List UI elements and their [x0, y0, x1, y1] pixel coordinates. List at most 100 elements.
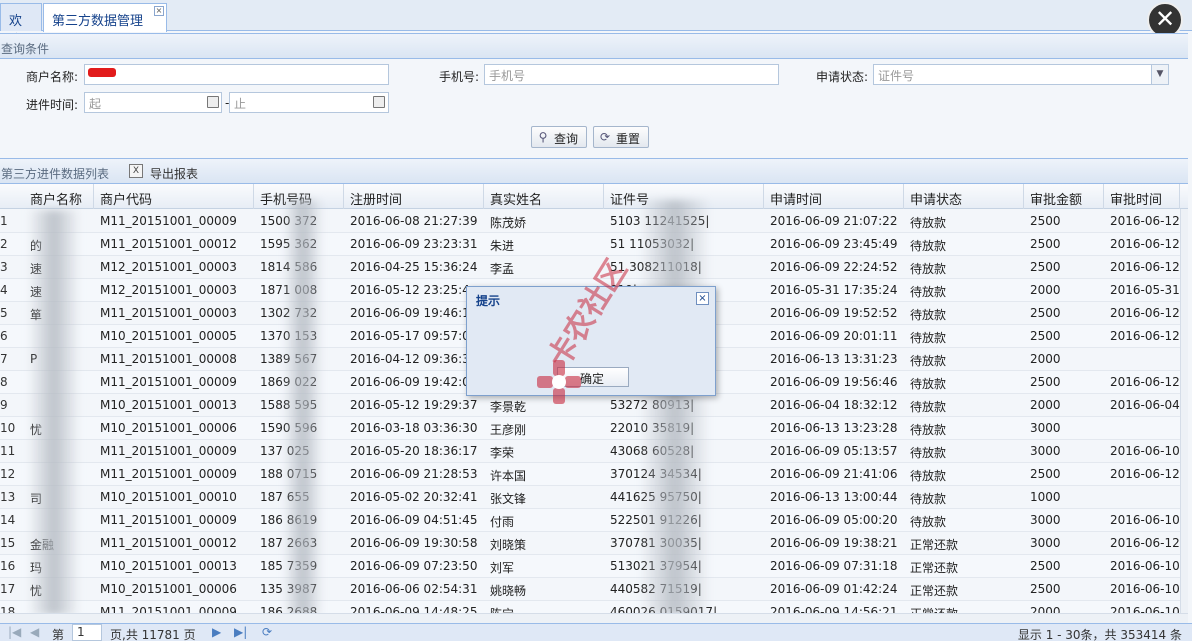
column-header[interactable]: 申请状态: [904, 184, 1024, 209]
tab-welcome[interactable]: 欢迎: [0, 3, 42, 48]
cell-amount: 2500: [1030, 467, 1061, 481]
cell-amount: 2500: [1030, 237, 1061, 251]
entry-time-label: 进件时间:: [26, 98, 79, 112]
column-header[interactable]: 审批时间: [1104, 184, 1180, 209]
calendar-icon[interactable]: [373, 96, 385, 108]
last-page-icon[interactable]: ▶|: [234, 625, 247, 639]
page-number-input[interactable]: 1: [72, 624, 102, 641]
export-report-button[interactable]: 导出报表: [150, 165, 198, 182]
cell-status: 正常还款: [910, 584, 959, 598]
cell-amount: 2000: [1030, 398, 1061, 412]
first-page-icon[interactable]: |◀: [8, 625, 21, 639]
cell-apply: 2016-06-13 13:00:44: [770, 490, 898, 504]
close-tab-icon[interactable]: ×: [154, 6, 164, 16]
grid-header: 商户名称 商户代码 手机号码 注册时间 真实姓名 证件号 申请时间 申请状态 审…: [0, 184, 1188, 209]
table-row[interactable]: 12M11_20151001_00009188 07152016-06-09 2…: [0, 463, 1188, 486]
cell-amount: 2500: [1030, 582, 1061, 596]
search-button[interactable]: ⚲ 查询: [531, 126, 587, 148]
tab-third-party-label: 第三方数据管理: [52, 14, 144, 29]
row-number: 10: [0, 421, 16, 435]
cell-reg: 2016-05-17 09:57:0: [350, 329, 470, 343]
table-row[interactable]: 2的M11_20151001_000121595 3622016-06-09 2…: [0, 233, 1188, 256]
cell-reg: 2016-05-12 19:29:37: [350, 398, 478, 412]
cell-appr: 2016-06-12: [1110, 536, 1180, 550]
row-number: 16: [0, 559, 16, 573]
cell-apply: 2016-06-09 05:00:20: [770, 513, 898, 527]
pager-bar: |◀ ◀ 第 1 页,共 11781 页 ▶ ▶| ⟳ 显示 1 - 30条，共…: [0, 623, 1192, 641]
time-from-input[interactable]: 起: [84, 92, 222, 113]
column-header[interactable]: 商户代码: [94, 184, 254, 209]
cell-amount: 3000: [1030, 513, 1061, 527]
table-row[interactable]: 13司M10_20151001_00010187 6552016-05-02 2…: [0, 486, 1188, 509]
cell-status: 待放款: [910, 423, 947, 437]
horizontal-scrollbar[interactable]: [0, 613, 1188, 623]
cell-reg: 2016-03-18 03:36:30: [350, 421, 478, 435]
vertical-scrollbar[interactable]: [1180, 209, 1188, 613]
refresh-icon[interactable]: ⟳: [262, 625, 272, 639]
table-row[interactable]: 14M11_20151001_00009186 86192016-06-09 0…: [0, 509, 1188, 532]
time-from-placeholder: 起: [89, 97, 102, 111]
row-number: 13: [0, 490, 16, 504]
chevron-down-icon[interactable]: ▼: [1151, 65, 1168, 84]
cell-reg: 2016-06-08 21:27:39: [350, 214, 478, 228]
row-number: 2: [0, 237, 8, 251]
prev-page-icon[interactable]: ◀: [30, 625, 39, 639]
cell-reg: 2016-06-09 07:23:50: [350, 559, 478, 573]
apply-status-select[interactable]: 证件号 ▼: [873, 64, 1169, 85]
next-page-icon[interactable]: ▶: [212, 625, 221, 639]
column-header[interactable]: 注册时间: [344, 184, 484, 209]
cell-reg: 2016-06-09 21:28:53: [350, 467, 478, 481]
column-header[interactable]: 申请时间: [764, 184, 904, 209]
cell-real: 许本国: [490, 469, 527, 483]
table-row[interactable]: 15金融M11_20151001_00012187 26632016-06-09…: [0, 532, 1188, 555]
cell-status: 待放款: [910, 262, 947, 276]
table-row[interactable]: 10忧M10_20151001_000061590 5962016-03-18 …: [0, 417, 1188, 440]
cell-code: M11_20151001_00009: [100, 467, 237, 481]
query-panel-header: 查询条件: [0, 33, 1188, 59]
row-number: 7: [0, 352, 8, 366]
cell-appr: 2016-06-12: [1110, 329, 1180, 343]
cell-appr: 2016-06-04: [1110, 398, 1180, 412]
cell-apply: 2016-06-09 19:38:21: [770, 536, 898, 550]
row-number: 6: [0, 329, 8, 343]
table-row[interactable]: 9M10_20151001_000131588 5952016-05-12 19…: [0, 394, 1188, 417]
list-panel-title: 第三方进件数据列表: [1, 167, 110, 181]
table-row[interactable]: 11M11_20151001_00009137 0252016-05-20 18…: [0, 440, 1188, 463]
table-row[interactable]: 17忧M10_20151001_00006135 39872016-06-06 …: [0, 578, 1188, 601]
cell-status: 待放款: [910, 308, 947, 322]
cell-reg: 2016-05-20 18:36:17: [350, 444, 478, 458]
cell-real: 刘晓策: [490, 538, 527, 552]
cell-code: M11_20151001_00009: [100, 375, 237, 389]
cell-code: M10_20151001_00006: [100, 421, 237, 435]
phone-input[interactable]: 手机号: [484, 64, 779, 85]
cell-status: 待放款: [910, 469, 947, 483]
cell-reg: 2016-05-02 20:32:41: [350, 490, 478, 504]
refresh-icon: ⟳: [599, 130, 611, 144]
reset-button-label: 重置: [616, 132, 641, 146]
column-header[interactable]: 真实姓名: [484, 184, 604, 209]
cell-amount: 1000: [1030, 490, 1061, 504]
cell-apply: 2016-05-31 17:35:24: [770, 283, 898, 297]
reset-button[interactable]: ⟳ 重置: [593, 126, 649, 148]
row-number: 5: [0, 306, 8, 320]
cell-reg: 2016-06-09 19:42:0: [350, 375, 470, 389]
calendar-icon[interactable]: [207, 96, 219, 108]
cell-apply: 2016-06-13 13:31:23: [770, 352, 898, 366]
cell-code: M10_20151001_00010: [100, 490, 237, 504]
cell-code: M10_20151001_00013: [100, 398, 237, 412]
merchant-name-input[interactable]: [84, 64, 389, 85]
dialog-close-icon[interactable]: ×: [696, 292, 709, 305]
table-row[interactable]: 1M11_20151001_000091500 3722016-06-08 21…: [0, 210, 1188, 233]
table-row[interactable]: 16玛M10_20151001_00013185 73592016-06-09 …: [0, 555, 1188, 578]
time-to-input[interactable]: 止: [229, 92, 389, 113]
cell-apply: 2016-06-09 21:41:06: [770, 467, 898, 481]
row-number: 4: [0, 283, 8, 297]
privacy-blur: [640, 200, 710, 615]
column-header[interactable]: 审批金额: [1024, 184, 1104, 209]
cell-amount: 2000: [1030, 283, 1061, 297]
merchant-name-label: 商户名称:: [26, 70, 79, 84]
column-header[interactable]: 商户名称: [24, 184, 94, 209]
tab-third-party-data[interactable]: 第三方数据管理 ×: [43, 3, 167, 32]
cell-amount: 2500: [1030, 260, 1061, 274]
cell-status: 待放款: [910, 285, 947, 299]
